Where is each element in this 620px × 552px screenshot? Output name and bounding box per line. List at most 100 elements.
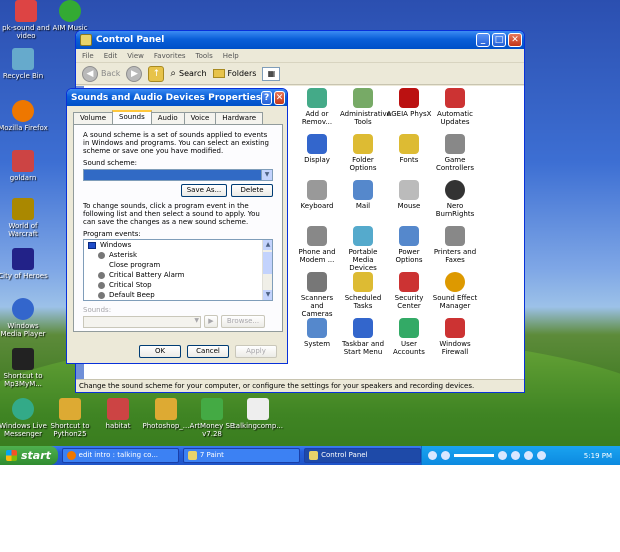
media-play-icon[interactable] [428, 451, 438, 460]
menu-help[interactable]: Help [223, 52, 239, 60]
cp-item-taskbar-start-menu[interactable]: Taskbar and Start Menu [340, 318, 386, 357]
cp-item-printers-faxes[interactable]: Printers and Faxes [432, 226, 478, 265]
start-button[interactable]: start [0, 446, 58, 465]
speaker-icon [98, 281, 105, 289]
volume-slider[interactable] [454, 454, 495, 457]
cp-item-add-remove[interactable]: Add or Remov... [294, 88, 340, 127]
desktop-icon[interactable]: AIM Music [44, 0, 96, 32]
play-button[interactable]: ▶ [204, 315, 218, 328]
list-item[interactable]: Critical Battery Alarm [84, 270, 272, 280]
cp-item-mail[interactable]: Mail [340, 180, 386, 219]
cp-item-automatic-updates[interactable]: Automatic Updates [432, 88, 478, 127]
control-panel-titlebar[interactable]: Control Panel _ □ ✕ [76, 31, 524, 49]
minimize-button[interactable]: _ [476, 33, 490, 47]
security-icon[interactable] [511, 451, 521, 460]
taskbar-item-edit-intro[interactable]: edit intro : talking co... [61, 448, 179, 463]
desktop-icon[interactable]: Windows Live Messenger [0, 398, 49, 438]
sounds-dialog-titlebar[interactable]: Sounds and Audio Devices Properties ? ✕ [67, 89, 287, 106]
desktop-icon[interactable]: City of Heroes [0, 248, 49, 280]
cp-item-admin-tools[interactable]: Administrative Tools [340, 88, 391, 127]
desktop-icon[interactable]: World of Warcraft [0, 198, 49, 238]
messenger-icon[interactable] [537, 451, 547, 460]
cp-item-scanners-cameras[interactable]: Scanners and Cameras [294, 272, 340, 318]
cp-item-security-center[interactable]: Security Center [386, 272, 432, 311]
search-button[interactable]: ⌕ Search [170, 68, 206, 79]
scroll-up-icon[interactable]: ▲ [263, 240, 272, 250]
cp-item-user-accounts[interactable]: User Accounts [386, 318, 432, 357]
admin-tools-icon [353, 88, 373, 108]
cp-item-scheduled-tasks[interactable]: Scheduled Tasks [340, 272, 386, 311]
help-button[interactable]: ? [261, 90, 273, 105]
cancel-button[interactable]: Cancel [187, 345, 229, 358]
menu-file[interactable]: File [82, 52, 94, 60]
desktop-icon[interactable]: Mozilla Firefox [0, 100, 49, 132]
list-item[interactable]: Default Beep [84, 290, 272, 300]
sound-file-select[interactable]: ▼ [83, 315, 201, 328]
up-folder-button[interactable]: ↑ [148, 65, 165, 82]
speaker-icon[interactable] [524, 451, 534, 460]
network-icon[interactable] [498, 451, 508, 460]
cp-item-phone-modem[interactable]: Phone and Modem ... [294, 226, 340, 265]
maximize-button[interactable]: □ [492, 33, 506, 47]
desktop-icon[interactable]: Shortcut to Mp3MyM... [0, 348, 49, 388]
list-item[interactable]: Asterisk [84, 250, 272, 260]
cp-item-ageia-physx[interactable]: AGEIA PhysX [386, 88, 432, 127]
tab-audio[interactable]: Audio [150, 112, 185, 124]
cp-item-display[interactable]: Display [294, 134, 340, 173]
back-button[interactable]: ◀ Back [82, 65, 120, 82]
forward-button[interactable]: ▶ [126, 65, 143, 82]
cp-item-nero-burnrights[interactable]: Nero BurnRights [432, 180, 478, 219]
save-as-button[interactable]: Save As... [181, 184, 227, 197]
media-next-icon[interactable] [441, 451, 451, 460]
taskbar-item-paint[interactable]: 7 Paint [182, 448, 301, 463]
desktop-icon[interactable]: Windows Media Player [0, 298, 49, 338]
apply-button[interactable]: Apply [235, 345, 277, 358]
sound-scheme-select[interactable]: ▼ [83, 169, 273, 181]
close-button[interactable]: ✕ [508, 33, 522, 47]
desktop-icon[interactable]: ArtMoney SE v7.28 [186, 398, 238, 438]
menu-view[interactable]: View [127, 52, 144, 60]
menu-tools[interactable]: Tools [196, 52, 213, 60]
scroll-down-icon[interactable]: ▼ [263, 290, 272, 300]
desktop-icon[interactable]: Recycle Bin [0, 48, 49, 80]
cp-item-windows-firewall[interactable]: Windows Firewall [432, 318, 478, 357]
desktop-icon[interactable]: talkingcomp... [232, 398, 284, 430]
taskbar-item-control-panel[interactable]: Control Panel [304, 448, 422, 463]
tab-volume[interactable]: Volume [73, 112, 114, 124]
sounds-label: Sounds: [83, 306, 112, 314]
cp-item-folder-options[interactable]: Folder Options [340, 134, 386, 173]
cp-item-sound-effect-manager[interactable]: Sound Effect Manager [432, 272, 478, 311]
list-item[interactable]: Critical Stop [84, 280, 272, 290]
fonts-icon [399, 134, 419, 154]
cp-item-keyboard[interactable]: Keyboard [294, 180, 340, 219]
events-scrollbar[interactable]: ▲ ▼ [262, 240, 272, 300]
cp-item-power-options[interactable]: Power Options [386, 226, 432, 265]
views-button[interactable]: ▦ [262, 66, 281, 81]
clock[interactable]: 5:19 PM [584, 452, 612, 460]
cp-item-mouse[interactable]: Mouse [386, 180, 432, 219]
cp-item-system[interactable]: System [294, 318, 340, 357]
cp-item-portable-media[interactable]: Portable Media Devices [340, 226, 386, 272]
media-player-icon [12, 298, 34, 320]
list-item[interactable]: Windows [84, 240, 272, 250]
folders-button[interactable]: Folders [212, 69, 256, 78]
dialog-close-button[interactable]: ✕ [274, 90, 285, 105]
tab-sounds[interactable]: Sounds [112, 110, 152, 124]
desktop-icon[interactable]: Photoshop_... [140, 398, 192, 430]
desktop-icon[interactable]: habitat [92, 398, 144, 430]
cp-item-game-controllers[interactable]: Game Controllers [432, 134, 478, 173]
ok-button[interactable]: OK [139, 345, 181, 358]
list-item[interactable]: Close program [84, 260, 272, 270]
music-icon [59, 0, 81, 22]
tab-hardware[interactable]: Hardware [215, 112, 264, 124]
desktop-icon[interactable]: Shortcut to Python25 [44, 398, 96, 438]
cp-item-fonts[interactable]: Fonts [386, 134, 432, 173]
tab-voice[interactable]: Voice [183, 112, 217, 124]
menu-edit[interactable]: Edit [104, 52, 118, 60]
menu-favorites[interactable]: Favorites [154, 52, 186, 60]
browse-button[interactable]: Browse... [221, 315, 265, 328]
program-events-list[interactable]: Windows Asterisk Close program Critical … [83, 239, 273, 301]
desktop-icon[interactable]: goldarn [0, 150, 49, 182]
scroll-thumb[interactable] [263, 252, 272, 274]
delete-button[interactable]: Delete [231, 184, 273, 197]
